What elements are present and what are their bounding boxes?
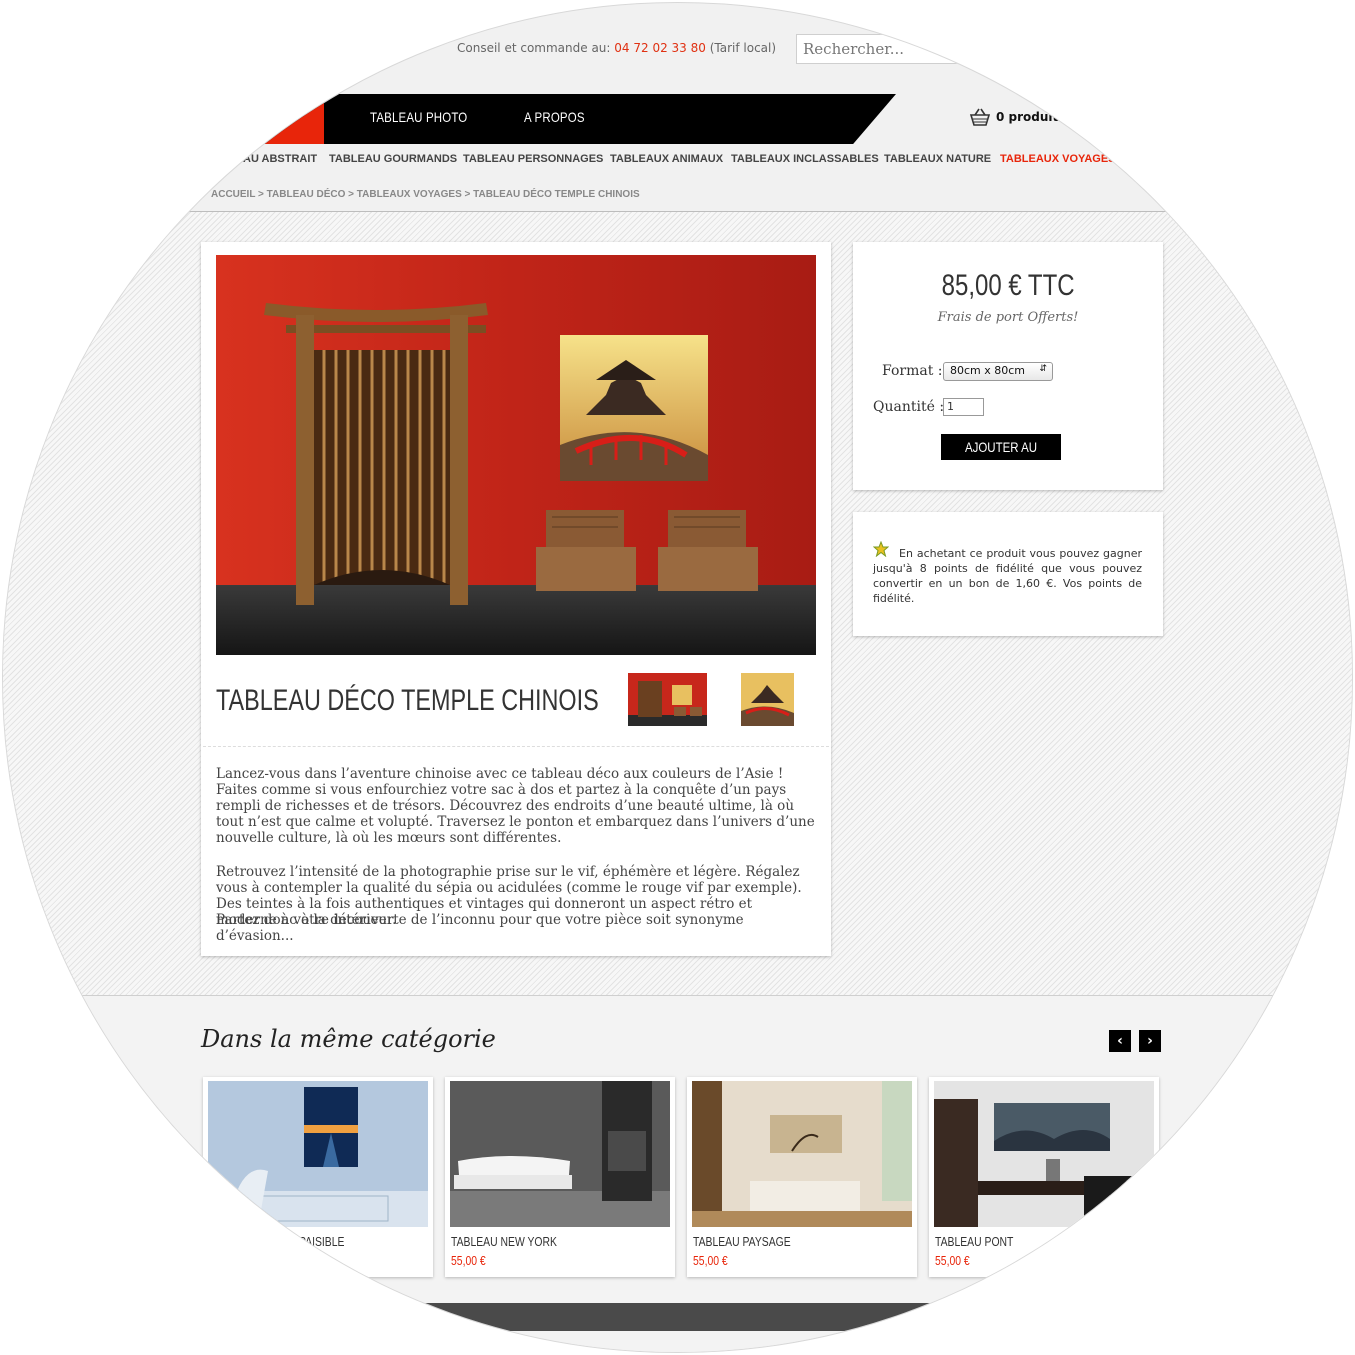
product-thumbnail-2[interactable] — [741, 673, 794, 726]
related-name-2: TABLEAU NEW YORK — [451, 1234, 557, 1249]
related-card-4[interactable]: TABLEAU PONT 55,00 € — [929, 1077, 1159, 1277]
format-select[interactable]: 80cm x 80cm ⇵ — [943, 362, 1053, 381]
related-image-1 — [208, 1081, 428, 1227]
related-name-3: TABLEAU PAYSAGE — [693, 1234, 791, 1249]
contact-label: Conseil et commande au: — [457, 41, 611, 55]
related-card-1[interactable]: O PAISIBLE — [203, 1077, 433, 1277]
related-name-1: O PAISIBLE — [288, 1234, 345, 1249]
subnav-item-inclassables[interactable]: TABLEAUX INCLASSABLES — [731, 153, 879, 165]
basket-icon — [969, 108, 991, 126]
subnav-item-voyages[interactable]: TABLEAUX VOYAGES — [1000, 153, 1116, 165]
nav-active-item[interactable] — [243, 94, 324, 144]
search-input[interactable]: Rechercher... — [796, 34, 966, 64]
phone-number[interactable]: 04 72 02 33 80 — [614, 41, 706, 55]
related-title: Dans la même catégorie — [201, 1025, 496, 1053]
carousel-next-button[interactable]: › — [1139, 1030, 1161, 1052]
breadcrumb[interactable]: ACCUEIL > TABLEAU DÉCO > TABLEAUX VOYAGE… — [211, 189, 640, 200]
quantity-label: Quantité : — [873, 399, 945, 415]
related-image-2 — [450, 1081, 670, 1227]
page: Conseil et commande au: 04 72 02 33 80 (… — [0, 0, 1355, 1355]
related-image-3 — [692, 1081, 912, 1227]
circular-viewport: Conseil et commande au: 04 72 02 33 80 (… — [2, 2, 1353, 1353]
chevron-right-icon: › — [1147, 1033, 1153, 1049]
select-arrows-icon: ⇵ — [1039, 364, 1047, 374]
carousel-prev-button[interactable]: ‹ — [1109, 1030, 1131, 1052]
related-price-4: 55,00 € — [935, 1253, 970, 1268]
related-price-3: 55,00 € — [693, 1253, 728, 1268]
product-title: TABLEAU DÉCO TEMPLE CHINOIS — [216, 684, 599, 717]
subnav-item-nature[interactable]: TABLEAUX NATURE — [884, 153, 991, 165]
format-value: 80cm x 80cm — [950, 364, 1026, 377]
temple-room-illustration — [216, 255, 816, 655]
related-card-2[interactable]: TABLEAU NEW YORK 55,00 € — [445, 1077, 675, 1277]
chevron-left-icon: ‹ — [1117, 1033, 1123, 1049]
product-main-image[interactable] — [216, 255, 816, 655]
product-divider — [203, 746, 829, 747]
nav-item-a-propos[interactable]: A PROPOS — [524, 109, 585, 125]
add-to-cart-label: AJOUTER AU PANIER — [964, 439, 1038, 481]
search-placeholder: Rechercher... — [803, 40, 905, 58]
related-image-4 — [934, 1081, 1154, 1227]
product-description-3: Partez donc à la découverte de l’inconnu… — [216, 912, 744, 944]
subnav-item-personnages[interactable]: TABLEAU PERSONNAGES — [463, 153, 603, 165]
cart-link[interactable]: 0 produits — [969, 107, 1065, 127]
related-card-3[interactable]: TABLEAU PAYSAGE 55,00 € — [687, 1077, 917, 1277]
add-to-cart-button[interactable]: AJOUTER AU PANIER — [941, 434, 1061, 481]
product-description-1: Lancez-vous dans l’aventure chinoise ave… — [216, 766, 815, 846]
quantity-input[interactable]: 1 — [943, 398, 984, 416]
loyalty-text: En achetant ce produit vous pouvez gagne… — [873, 547, 1142, 605]
related-name-4: TABLEAU PONT — [935, 1234, 1014, 1249]
format-label: Format : — [882, 363, 943, 379]
shipping-note: Frais de port Offerts! — [937, 310, 1079, 325]
subnav-item-gourmands[interactable]: TABLEAU GOURMANDS — [329, 153, 457, 165]
footer-strip — [203, 1303, 963, 1331]
nav-item-tableau-photo[interactable]: TABLEAU PHOTO — [370, 109, 467, 125]
subnav-item-animaux[interactable]: TABLEAUX ANIMAUX — [610, 153, 723, 165]
cart-count: 0 produits — [996, 110, 1066, 124]
contact-info: Conseil et commande au: 04 72 02 33 80 (… — [457, 41, 776, 55]
price-value: 85,00 € TTC — [941, 269, 1075, 302]
related-price-2: 55,00 € — [451, 1253, 486, 1268]
product-thumbnail-1[interactable] — [628, 673, 707, 726]
subnav-item-abstrait[interactable]: AU ABSTRAIT — [243, 153, 317, 165]
product-price: 85,00 € TTC — [853, 269, 1163, 303]
phone-note: (Tarif local) — [709, 41, 777, 55]
